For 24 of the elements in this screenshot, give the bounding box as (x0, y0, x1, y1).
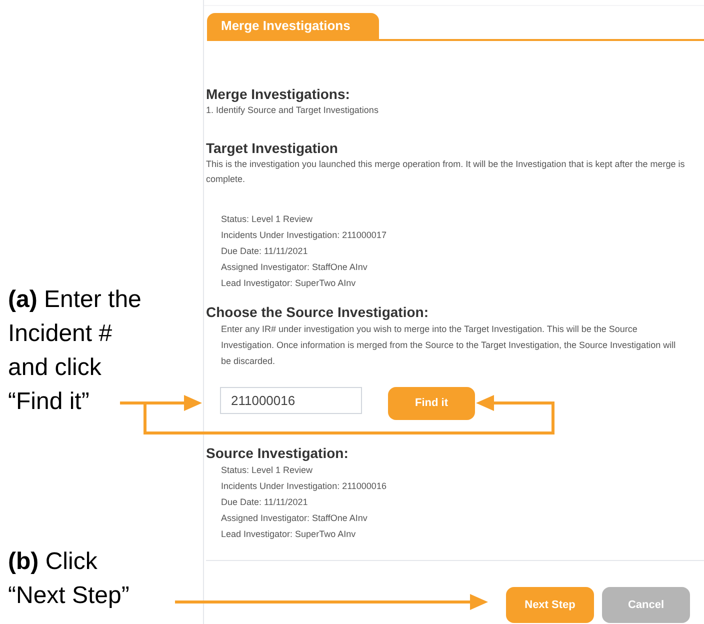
detail-text: Status: Level 1 Review (221, 464, 314, 477)
detail-text: Assigned Investigator: StaffOne AInv (221, 512, 368, 525)
detail-text: Due Date: 11/11/2021 (221, 245, 309, 258)
callout-text: (a) Enter the Incident # and click “Find it” (8, 285, 142, 417)
detail-text: Assigned Investigator: StaffOne AInv (221, 261, 368, 274)
description-text: This is the investigation you launched this merge operation from. It will be the Investigation that is kept after the merge is complete. (206, 158, 686, 186)
find-it-button[interactable]: Find it (388, 387, 475, 420)
merge-tab[interactable]: Merge Investigations (207, 13, 379, 39)
detail-text: Incidents Under Investigation: 211000016 (221, 480, 388, 493)
section-heading: Source Investigation: (206, 444, 350, 462)
detail-text: Incidents Under Investigation: 211000017 (221, 229, 388, 242)
detail-text: Due Date: 11/11/2021 (221, 496, 309, 509)
incident-number-field[interactable]: 211000016 (220, 387, 362, 414)
next-step-button[interactable]: Next Step (506, 587, 594, 623)
detail-text: Lead Investigator: SuperTwo AInv (221, 528, 357, 541)
section-heading: Target Investigation (206, 139, 339, 157)
section-heading: Merge Investigations: (206, 85, 351, 103)
detail-text: Status: Level 1 Review (221, 213, 314, 226)
section-heading: Choose the Source Investigation: (206, 303, 430, 321)
callout-text: (b) Click “Next Step” (8, 547, 130, 611)
cancel-button[interactable]: Cancel (602, 587, 690, 623)
detail-text: Lead Investigator: SuperTwo AInv (221, 277, 357, 290)
description-text: Enter any IR# under investigation you wish to merge into the Target Investigation. This will be the Source Investigation. Once information is merged from the Source to the Target Investigation, the Source Investigation will be discarded. (220, 323, 677, 368)
step-text: 1. Identify Source and Target Investigations (206, 104, 380, 116)
